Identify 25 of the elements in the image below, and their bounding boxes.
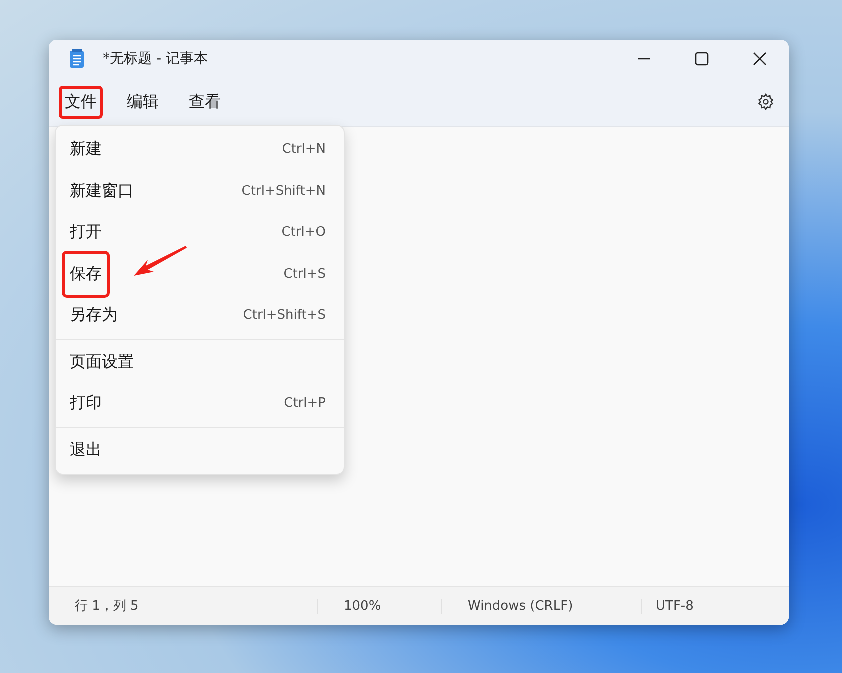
- menu-bar-item[interactable]: 编辑: [121, 86, 165, 118]
- menu-item[interactable]: 另存为: [62, 302, 126, 330]
- notepad-icon: [69, 49, 85, 69]
- line-ending: Windows (CRLF): [441, 598, 641, 614]
- zoom-level: 100%: [317, 598, 441, 614]
- shortcut-label: Ctrl+P: [284, 396, 326, 412]
- menu-item[interactable]: 保存: [62, 250, 110, 298]
- menu-item[interactable]: 打开: [62, 219, 110, 246]
- menu-item[interactable]: 打印: [62, 390, 110, 418]
- maximize-icon[interactable]: [695, 52, 709, 66]
- menu-item[interactable]: 新建: [62, 136, 110, 164]
- menu-item[interactable]: 新建窗口: [62, 178, 142, 205]
- shortcut-label: Ctrl+O: [282, 225, 326, 240]
- shortcut-label: Ctrl+Shift+S: [243, 308, 326, 324]
- shortcut-label: Ctrl+S: [284, 266, 326, 282]
- window-title: *无标题 - 记事本: [103, 50, 209, 68]
- menu-bar-item[interactable]: 文件: [59, 86, 103, 118]
- encoding: UTF-8: [641, 598, 789, 614]
- menu-bar-item[interactable]: 查看: [183, 86, 227, 118]
- menu-item[interactable]: 页面设置: [62, 348, 142, 376]
- cursor-position: 行 1，列 5: [74, 598, 140, 615]
- menu-item[interactable]: 退出: [62, 436, 110, 464]
- close-icon[interactable]: [753, 52, 767, 66]
- shortcut-label: Ctrl+Shift+N: [242, 184, 326, 199]
- shortcut-label: Ctrl+N: [282, 142, 326, 158]
